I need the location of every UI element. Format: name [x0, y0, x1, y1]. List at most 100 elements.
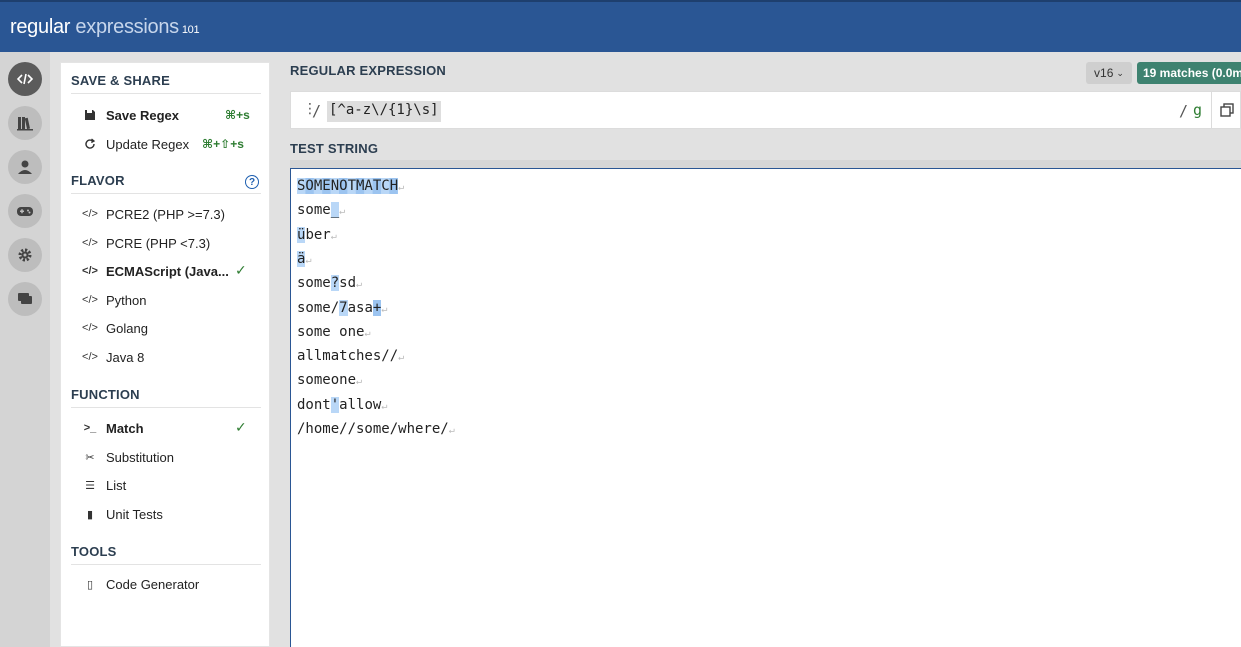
test-line-text: dont'allow: [297, 397, 382, 413]
regex-input-box: ⋮ / [^a-z\/{1}\s] / g: [290, 91, 1241, 129]
test-line: some?sd↵: [297, 275, 363, 291]
function-match[interactable]: >_ Match: [81, 417, 144, 439]
function-unit-tests[interactable]: ▮ Unit Tests: [81, 503, 163, 525]
settings-icon[interactable]: [8, 238, 42, 272]
test-line: dont'allow↵: [297, 397, 388, 413]
divider: [71, 407, 261, 408]
code-icon: </>: [82, 208, 98, 220]
logo-101: 101: [181, 24, 200, 36]
flavor-label: Golang: [106, 320, 148, 336]
code-icon: </>: [82, 237, 98, 249]
function-heading: FUNCTION: [71, 387, 140, 402]
check-icon: ✓: [235, 419, 247, 435]
match-highlight: ?: [330, 275, 340, 291]
library-icon[interactable]: [8, 106, 42, 140]
match-highlight: ü: [297, 227, 306, 243]
function-label: List: [106, 477, 127, 493]
flavor-label: PCRE (PHP <7.3): [106, 235, 211, 251]
code-icon: </>: [82, 322, 98, 334]
logo-expressions: expressions: [75, 16, 179, 38]
test-line: some_↵: [297, 202, 346, 218]
save-icon: [81, 109, 99, 121]
test-line-text: some one: [297, 324, 365, 340]
logo-regular: regular: [10, 16, 71, 38]
test-line: someone↵: [297, 372, 363, 388]
version-select[interactable]: v16 ⌄: [1086, 62, 1132, 84]
match-highlight: _: [330, 202, 340, 218]
save-shortcut: ⌘+s: [225, 108, 250, 122]
function-list[interactable]: ☰ List: [81, 474, 126, 496]
flavor-java[interactable]: </> Java 8: [81, 346, 144, 368]
test-line-text: /home//some/where/: [297, 421, 449, 437]
save-regex-button[interactable]: Save Regex: [81, 104, 179, 126]
test-line-text: some?sd: [297, 275, 357, 291]
test-line-text: SOMENOTMATCH: [297, 178, 399, 194]
test-line: über↵: [297, 227, 337, 243]
help-icon[interactable]: ?: [245, 175, 259, 189]
user-icon[interactable]: [8, 150, 42, 184]
flavor-pcre2[interactable]: </> PCRE2 (PHP >=7.3): [81, 203, 225, 225]
terminal-icon: >_: [83, 422, 97, 434]
code-generator-button[interactable]: ▯ Code Generator: [81, 573, 199, 595]
test-line-text: allmatches//: [297, 348, 399, 364]
flavor-python[interactable]: </> Python: [81, 289, 146, 311]
function-label: Substitution: [106, 449, 174, 465]
match-count-badge: 19 matches (0.0ms): [1137, 62, 1241, 84]
flavor-heading: FLAVOR: [71, 173, 125, 188]
flavor-label: PCRE2 (PHP >=7.3): [106, 206, 225, 222]
flavor-label: Java 8: [106, 349, 145, 365]
flavor-ecmascript[interactable]: </> ECMAScript (Java...: [81, 260, 229, 282]
update-regex-button[interactable]: Update Regex: [81, 133, 189, 155]
top-bar: regular expressions 101: [0, 0, 1241, 52]
flavor-label: Python: [106, 292, 147, 308]
save-share-heading: SAVE & SHARE: [71, 73, 170, 88]
close-delimiter: /: [1179, 102, 1189, 120]
test-tube-icon: ▮: [86, 508, 94, 521]
chat-icon[interactable]: [8, 282, 42, 316]
flavor-label: ECMAScript (Java...: [106, 263, 229, 279]
divider: [71, 564, 261, 565]
function-label: Match: [106, 420, 144, 436]
code-icon: </>: [82, 351, 98, 363]
code-icon: </>: [82, 294, 98, 306]
test-line-text: some_: [297, 202, 340, 218]
update-shortcut: ⌘+⇧+s: [202, 137, 244, 151]
update-regex-label: Update Regex: [106, 136, 190, 152]
function-substitution[interactable]: ✂ Substitution: [81, 446, 174, 468]
test-line: allmatches//↵: [297, 348, 405, 364]
flavor-pcre[interactable]: </> PCRE (PHP <7.3): [81, 232, 210, 254]
save-regex-label: Save Regex: [106, 107, 179, 123]
test-line: ä↵: [297, 251, 312, 267]
test-string-editor[interactable]: SOMENOTMATCH↵ some_↵ über↵ ä↵ some?sd↵ s…: [290, 168, 1241, 647]
test-string-heading: TEST STRING: [290, 141, 379, 156]
left-rail: [0, 52, 50, 647]
tool-label: Code Generator: [106, 576, 200, 592]
match-highlight: 7: [339, 300, 348, 316]
regex-input[interactable]: [^a-z\/{1}\s]: [327, 101, 441, 122]
test-line: some one↵: [297, 324, 371, 340]
open-delimiter: /: [312, 102, 322, 120]
test-line-text: someone: [297, 372, 357, 388]
flavor-golang[interactable]: </> Golang: [81, 317, 148, 339]
copy-icon[interactable]: [1211, 92, 1241, 128]
scissors-icon: ✂: [85, 451, 95, 464]
divider: [71, 93, 261, 94]
code-icon[interactable]: [8, 62, 42, 96]
test-line: some/7asa+↵: [297, 300, 388, 316]
flags-button[interactable]: g: [1193, 101, 1202, 119]
check-icon: ✓: [235, 262, 247, 278]
test-line: SOMENOTMATCH↵: [297, 178, 405, 194]
test-line-text: über: [297, 227, 331, 243]
list-icon: ☰: [85, 479, 95, 492]
divider: [71, 193, 261, 194]
match-highlight: ': [330, 397, 340, 413]
logo[interactable]: regular expressions 101: [10, 16, 200, 39]
gamepad-icon[interactable]: [8, 194, 42, 228]
test-line-text: some/7asa+: [297, 300, 382, 316]
refresh-icon: [81, 138, 99, 150]
sidebar: SAVE & SHARE Save Regex ⌘+s Update Regex…: [60, 62, 270, 647]
tools-heading: TOOLS: [71, 544, 117, 559]
function-label: Unit Tests: [106, 506, 163, 522]
code-icon: </>: [82, 265, 98, 277]
file-code-icon: ▯: [86, 578, 94, 591]
